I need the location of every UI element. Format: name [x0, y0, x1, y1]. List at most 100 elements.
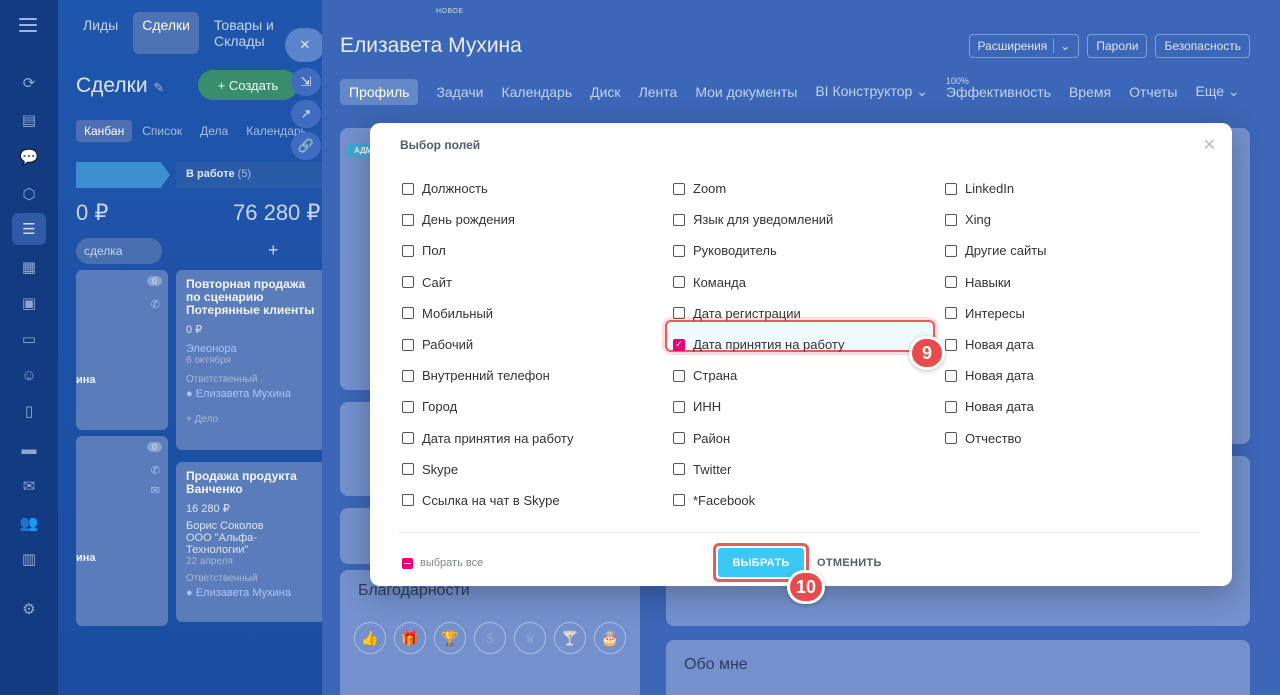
field-option[interactable]: Xing [945, 204, 1047, 235]
checkbox[interactable] [673, 369, 685, 382]
field-option[interactable]: День рождения [402, 204, 574, 235]
checkbox[interactable] [945, 182, 957, 195]
checkbox[interactable] [945, 369, 957, 382]
tab-feed[interactable]: Лента [639, 79, 678, 105]
chat-icon[interactable]: 💬 [16, 144, 42, 170]
deal-card-left-1[interactable]: 0 ✆ ина [76, 270, 168, 430]
checkbox[interactable] [673, 494, 685, 507]
thumbs-up-icon[interactable]: 👍 [354, 622, 386, 654]
checkbox[interactable] [673, 307, 685, 320]
checkbox[interactable] [402, 400, 414, 413]
checkbox[interactable] [402, 432, 414, 445]
tab-calendar[interactable]: Календарь [501, 79, 572, 105]
checkbox[interactable] [673, 276, 685, 289]
field-option[interactable]: Zoom [673, 173, 845, 204]
field-option[interactable]: Skype [402, 454, 574, 485]
field-option[interactable]: Twitter [673, 454, 845, 485]
tab-disk[interactable]: Диск [590, 79, 620, 105]
deal-contact[interactable]: Элеонора [186, 343, 316, 355]
nav-leads[interactable]: Лиды [74, 12, 127, 54]
money-bag-icon[interactable]: $ [474, 622, 506, 654]
field-option[interactable]: Руководитель [673, 235, 845, 266]
mail-icon[interactable]: ✉ [151, 484, 160, 497]
checkbox[interactable] [402, 338, 414, 351]
tab-more[interactable]: Еще ⌄ [1196, 78, 1240, 105]
checkbox[interactable] [402, 244, 414, 257]
nav-deals[interactable]: Сделки [133, 12, 199, 54]
copy-link-icon[interactable]: 🔗 [291, 132, 321, 160]
add-deal-plus-icon[interactable]: + [268, 240, 279, 261]
checkbox[interactable] [945, 400, 957, 413]
checkbox[interactable] [402, 463, 414, 476]
tab-my-documents[interactable]: Мои документы [695, 79, 797, 105]
cake-icon[interactable]: 🎂 [594, 622, 626, 654]
add-activity-link[interactable]: + Дело [186, 414, 316, 425]
mail-icon[interactable]: ✉ [16, 473, 42, 499]
planner-icon[interactable]: ▦ [16, 254, 42, 280]
field-option[interactable]: Сайт [402, 267, 574, 298]
reports-icon[interactable]: ▥ [16, 546, 42, 572]
quick-deal-button[interactable]: сделка [76, 238, 162, 264]
checkbox[interactable] [945, 213, 957, 226]
crown-icon[interactable]: ♛ [514, 622, 546, 654]
checkbox[interactable] [402, 182, 414, 195]
checkbox[interactable] [673, 213, 685, 226]
field-option[interactable]: Дата регистрации [673, 298, 845, 329]
select-all-checkbox[interactable]: выбрать все [402, 557, 483, 569]
passwords-button[interactable]: Пароли [1087, 34, 1148, 58]
responsible-user[interactable]: ● Елизавета Мухина [186, 587, 316, 599]
tasks-icon[interactable]: ▤ [16, 107, 42, 133]
checkbox[interactable] [945, 244, 957, 257]
field-option[interactable]: Город [402, 391, 574, 422]
extensions-button[interactable]: Расширения ⌄ [968, 34, 1080, 58]
field-option[interactable]: Отчество [945, 423, 1047, 454]
checkbox[interactable] [945, 276, 957, 289]
activity-icon[interactable]: ⟳ [16, 70, 42, 96]
robot-icon[interactable]: ☺ [16, 362, 42, 388]
tab-tasks[interactable]: Задачи [436, 79, 483, 105]
field-option[interactable]: Новая дата [945, 391, 1047, 422]
deal-card-repeat-sale[interactable]: Повторная продажа по сценарию Потерянные… [176, 270, 326, 450]
checkbox[interactable] [673, 182, 685, 195]
checkbox[interactable] [402, 369, 414, 382]
tab-reports[interactable]: Отчеты [1129, 79, 1177, 105]
field-option[interactable]: LinkedIn [945, 173, 1047, 204]
tab-bi-builder[interactable]: BI Конструктор ⌄ [815, 78, 928, 105]
field-option[interactable]: Рабочий [402, 329, 574, 360]
checkbox[interactable] [945, 338, 957, 351]
checkbox[interactable] [402, 213, 414, 226]
security-button[interactable]: Безопасность [1155, 34, 1250, 58]
field-option[interactable]: Новая дата [945, 360, 1047, 391]
deal-card-vanchenko[interactable]: Продажа продукта Ванченко 16 280 ₽ Борис… [176, 462, 326, 622]
hexagon-icon[interactable]: ⬡ [16, 181, 42, 207]
checkbox-checked[interactable]: ✓ [673, 338, 685, 351]
field-option[interactable]: *Facebook [673, 485, 845, 516]
checkbox[interactable] [673, 400, 685, 413]
deal-contact[interactable]: Борис Соколов [186, 520, 316, 532]
calendar-icon[interactable]: ▣ [16, 290, 42, 316]
tab-list[interactable]: Список [134, 120, 190, 142]
field-option[interactable]: Навыки [945, 267, 1047, 298]
drive-icon[interactable]: ▬ [16, 436, 42, 462]
field-option[interactable]: Новая дата [945, 329, 1047, 360]
field-option[interactable]: Район [673, 423, 845, 454]
tab-time[interactable]: Время [1069, 79, 1111, 105]
field-option[interactable]: Язык для уведомлений [673, 204, 845, 235]
chevron-down-icon[interactable]: ⌄ [1053, 39, 1070, 53]
field-option[interactable]: Страна [673, 360, 845, 391]
checkbox[interactable] [402, 494, 414, 507]
field-option[interactable]: Мобильный [402, 298, 574, 329]
close-icon[interactable]: ✕ [1203, 135, 1216, 155]
checkbox[interactable] [945, 307, 957, 320]
users-icon[interactable]: 👥 [16, 510, 42, 536]
cocktail-icon[interactable]: 🍸 [554, 622, 586, 654]
field-option[interactable]: Ссылка на чат в Skype [402, 485, 574, 516]
cancel-button[interactable]: ОТМЕНИТЬ [817, 557, 882, 569]
crm-icon[interactable]: ☰ [12, 213, 46, 245]
pin-icon[interactable]: ✎ [153, 80, 164, 95]
field-option[interactable]: Другие сайты [945, 235, 1047, 266]
field-option[interactable]: Дата принятия на работу [402, 423, 574, 454]
checkbox[interactable] [402, 307, 414, 320]
deal-company[interactable]: ООО "Альфа-Технологии" [186, 532, 316, 556]
field-option[interactable]: Внутренний телефон [402, 360, 574, 391]
